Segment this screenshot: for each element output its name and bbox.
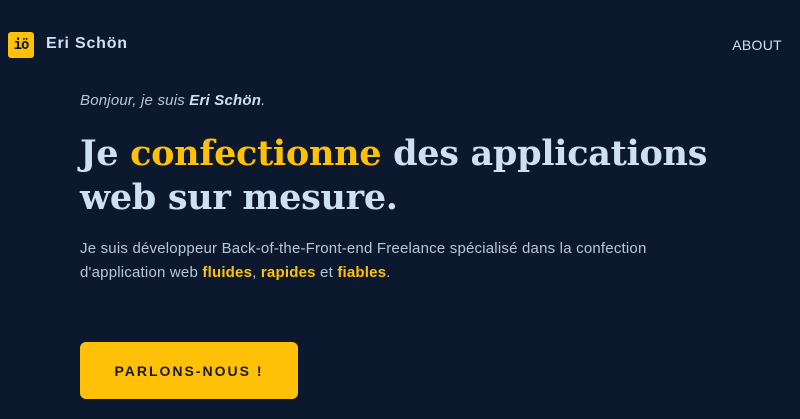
intro-end: .	[386, 264, 391, 281]
intro-separator: et	[315, 264, 338, 281]
hero-intro: Je suis développeur Back-of-the-Front-en…	[80, 237, 720, 285]
hero-headline: Je confectionne des applications web sur…	[80, 132, 760, 220]
intro-separator: ,	[252, 264, 261, 281]
contact-cta-button[interactable]: PARLONS-NOUS !	[80, 342, 298, 399]
intro-highlight-fluides: fluides	[202, 264, 253, 281]
greeting-suffix: .	[261, 92, 266, 109]
logo[interactable]: iö	[8, 32, 34, 58]
page: iö Eri Schön ABOUT Bonjour, je suis Eri …	[0, 0, 800, 419]
brand-name[interactable]: Eri Schön	[46, 35, 128, 53]
intro-highlight-rapides: rapides	[260, 264, 316, 281]
greeting-name: Eri Schön	[189, 92, 262, 109]
headline-part-1: Je	[80, 133, 131, 174]
headline-accent: confectionne	[130, 133, 382, 174]
nav-link-about[interactable]: ABOUT	[732, 37, 782, 53]
greeting: Bonjour, je suis Eri Schön.	[80, 92, 265, 109]
greeting-prefix: Bonjour, je suis	[80, 92, 190, 109]
intro-highlight-fiables: fiables	[337, 264, 387, 281]
